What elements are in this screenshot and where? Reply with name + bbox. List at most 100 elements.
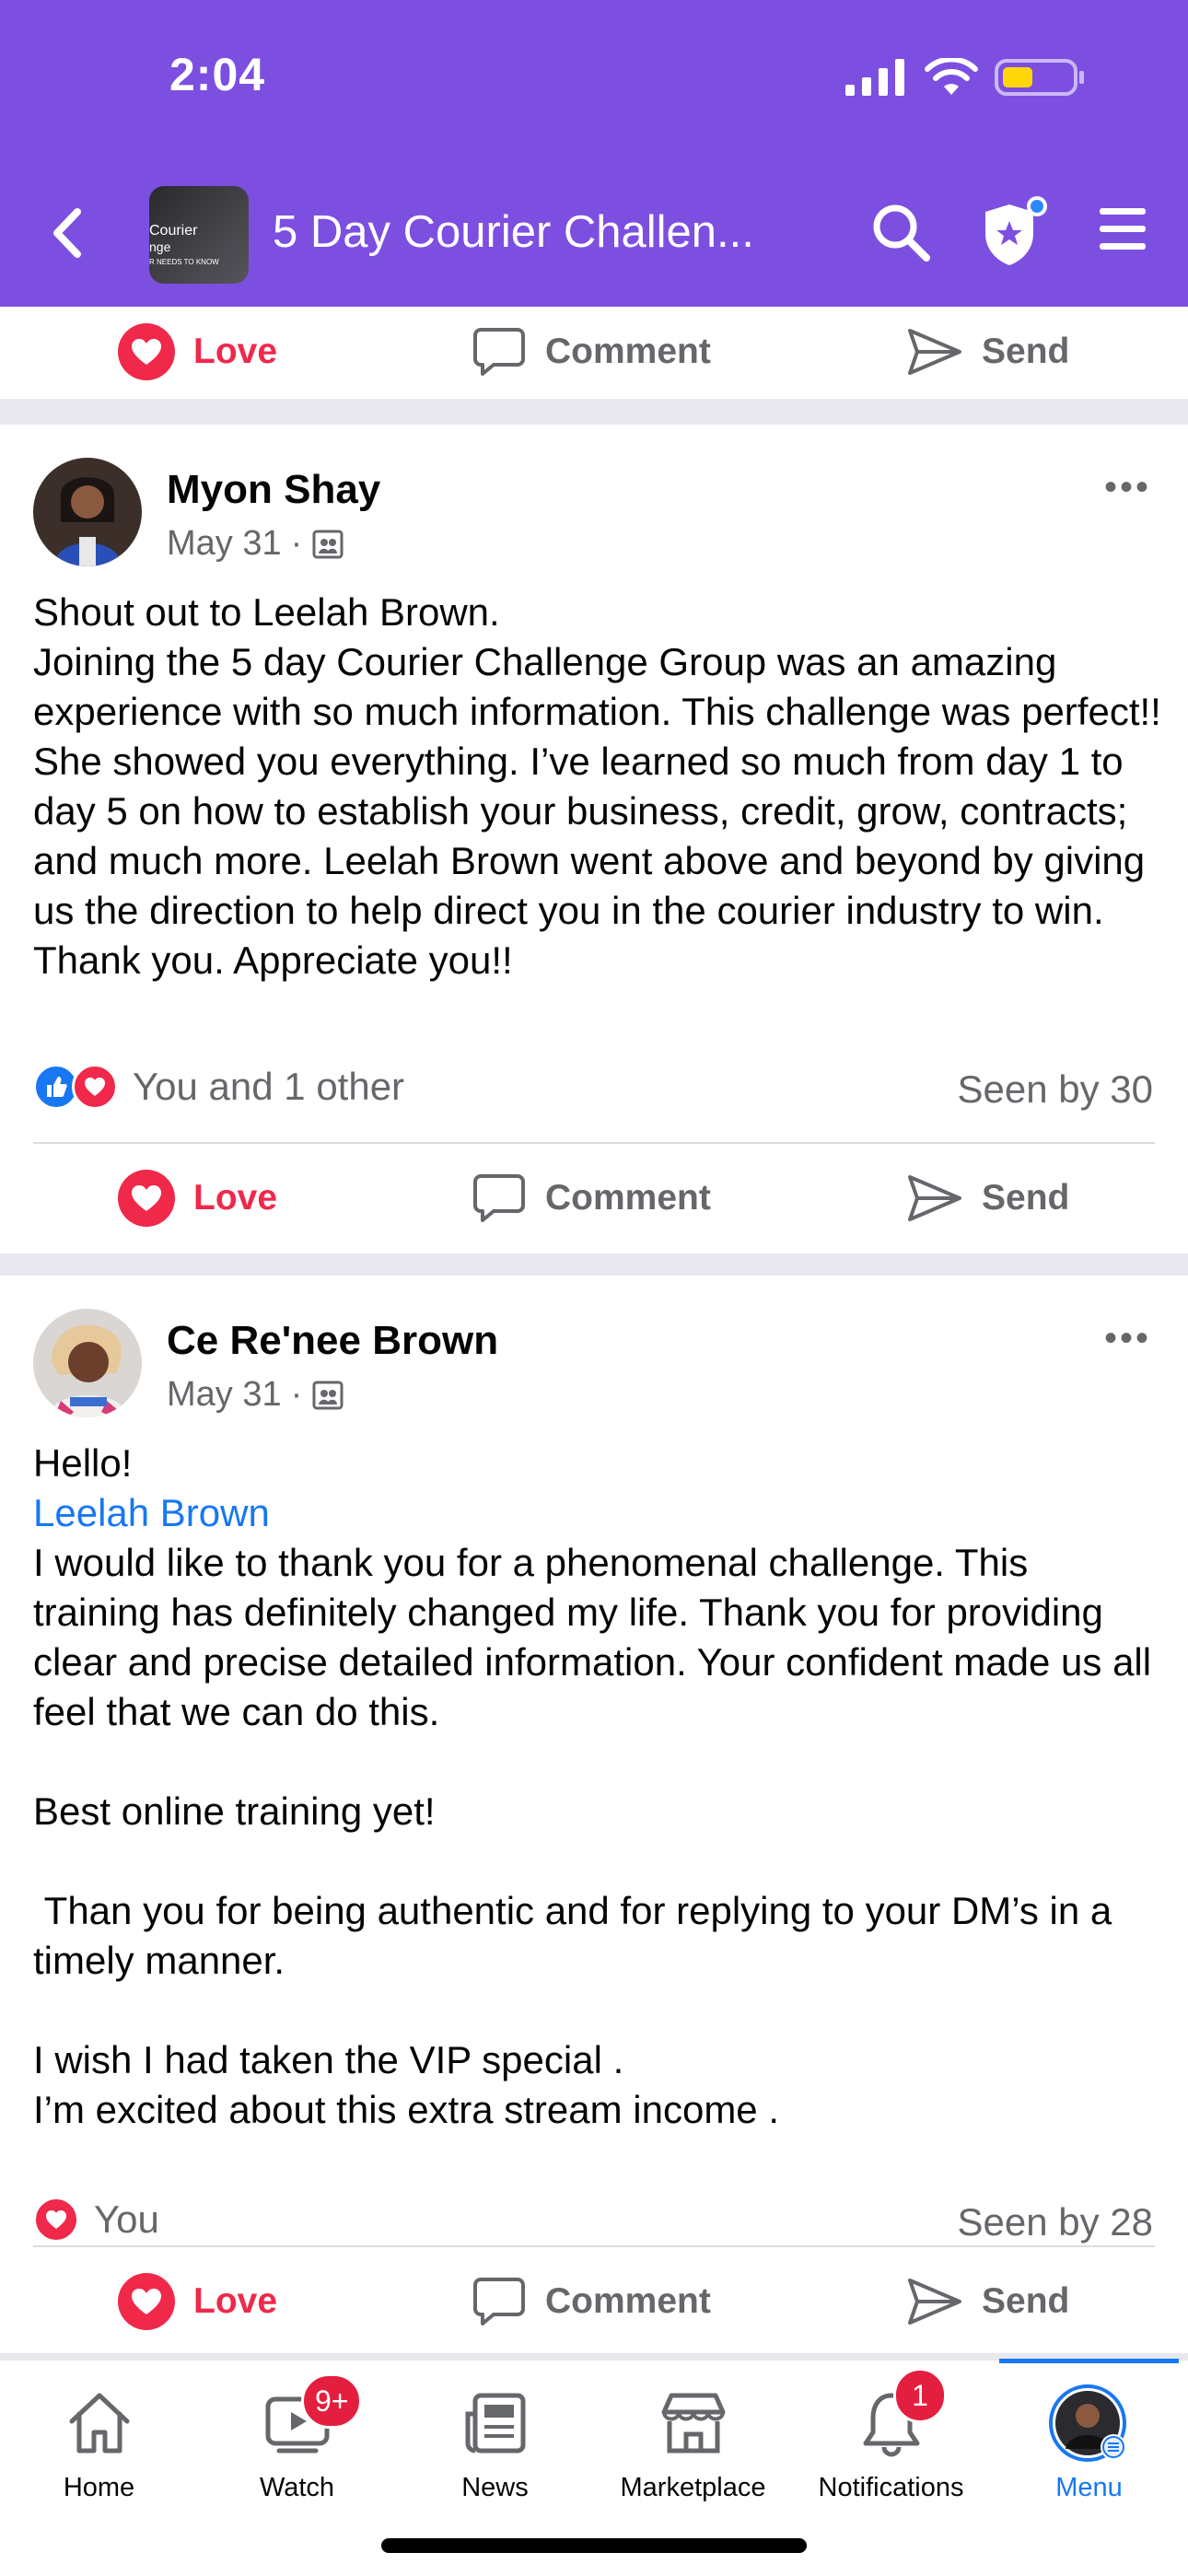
search-icon[interactable] xyxy=(869,201,932,263)
group-members-icon xyxy=(312,1381,344,1409)
post-author[interactable]: Myon Shay xyxy=(167,467,380,513)
post-more-options[interactable]: ••• xyxy=(1104,1318,1151,1359)
hamburger-menu-icon[interactable] xyxy=(1098,201,1149,256)
post-actions: Love Comment Send xyxy=(0,1144,1188,1253)
tab-label: Home xyxy=(63,2473,135,2502)
comment-icon xyxy=(473,2278,525,2325)
comment-button[interactable]: Comment xyxy=(472,2247,711,2356)
author-avatar[interactable] xyxy=(33,1309,142,1417)
marketplace-icon xyxy=(661,2393,725,2454)
post-line: Joining the 5 day Courier Challenge Grou… xyxy=(33,640,1161,932)
send-icon xyxy=(908,2279,961,2325)
comment-label: Comment xyxy=(545,1178,711,1218)
post-meta: May 31 · xyxy=(167,524,344,564)
tab-label: Menu xyxy=(1055,2473,1123,2502)
tab-news[interactable]: News xyxy=(396,2360,594,2502)
post-line: Thank you. Appreciate you!! xyxy=(33,938,513,982)
post-line: I wish I had taken the VIP special . xyxy=(33,2038,624,2081)
send-icon xyxy=(908,1175,961,1221)
send-icon xyxy=(908,329,961,375)
tab-label: Watch xyxy=(259,2473,335,2502)
author-avatar[interactable] xyxy=(33,458,142,566)
meta-dot: · xyxy=(290,1375,303,1414)
post-date[interactable]: May 31 xyxy=(167,524,282,564)
send-label: Send xyxy=(982,1178,1070,1218)
love-button[interactable]: Love xyxy=(118,297,277,406)
post-body: Shout out to Leelah Brown. Joining the 5… xyxy=(33,588,1161,985)
reactions-text: You and 1 other xyxy=(133,1065,405,1108)
seen-count[interactable]: Seen by 30 xyxy=(957,1067,1153,1112)
comment-icon xyxy=(473,328,525,376)
reactions-left: You and 1 other xyxy=(33,1064,404,1110)
love-label: Love xyxy=(193,1178,278,1218)
mention-link[interactable]: Leelah Brown xyxy=(33,1488,1161,1538)
post-card: Ce Re'nee Brown May 31 · ••• Hello! Leel… xyxy=(0,1276,1188,2353)
status-time: 2:04 xyxy=(169,49,266,100)
post-actions: Love Comment Send xyxy=(0,297,1188,406)
post-actions: Love Comment Send xyxy=(0,2247,1188,2356)
post-line: Than you for being authentic and for rep… xyxy=(33,1889,1123,1982)
post-more-options[interactable]: ••• xyxy=(1104,467,1151,508)
tab-label: News xyxy=(461,2473,529,2502)
group-thumbnail[interactable]: Courier nge R NEEDS TO KNOW xyxy=(149,186,249,284)
send-label: Send xyxy=(982,2281,1070,2321)
tab-label: Notifications xyxy=(818,2473,964,2502)
reactions-text: You xyxy=(94,2197,159,2241)
thumb-text: Courier xyxy=(149,223,198,239)
thumb-text: nge xyxy=(149,239,171,254)
comment-label: Comment xyxy=(545,2281,711,2321)
tab-marketplace[interactable]: Marketplace xyxy=(594,2360,792,2502)
tab-menu[interactable]: Menu xyxy=(990,2359,1188,2502)
meta-dot: · xyxy=(290,524,303,563)
love-label: Love xyxy=(193,2281,278,2321)
tab-notifications[interactable]: 1 Notifications xyxy=(792,2360,990,2502)
love-button[interactable]: Love xyxy=(118,1144,277,1253)
send-label: Send xyxy=(982,332,1070,371)
active-tab-indicator xyxy=(999,2359,1179,2363)
love-icon xyxy=(118,1170,175,1227)
battery-icon xyxy=(995,59,1084,96)
tab-watch[interactable]: 9+ Watch xyxy=(198,2360,396,2502)
notifications-badge: 1 xyxy=(893,2368,947,2423)
home-indicator[interactable] xyxy=(381,2538,807,2553)
post-date[interactable]: May 31 xyxy=(167,1375,282,1415)
profile-avatar xyxy=(1048,2384,1126,2462)
status-icons xyxy=(844,57,1087,98)
post-line: Hello! xyxy=(33,1441,133,1485)
reaction-summary[interactable]: You Seen by 28 xyxy=(33,2197,1155,2252)
post-line: Best online training yet! xyxy=(33,1789,436,1833)
send-button[interactable]: Send xyxy=(906,1144,1069,1253)
send-button[interactable]: Send xyxy=(906,2247,1069,2356)
signal-icon xyxy=(845,59,904,96)
post-meta: May 31 · xyxy=(167,1375,344,1415)
post-author[interactable]: Ce Re'nee Brown xyxy=(167,1318,498,1364)
comment-icon xyxy=(473,1174,525,1222)
back-arrow-icon[interactable] xyxy=(41,201,96,265)
group-title[interactable]: 5 Day Courier Challen... xyxy=(273,206,754,258)
love-icon xyxy=(118,323,175,380)
home-icon xyxy=(69,2393,129,2454)
comment-button[interactable]: Comment xyxy=(472,1144,711,1253)
post-card: Myon Shay May 31 · ••• Shout out to Leel… xyxy=(0,425,1188,1253)
post-line: Shout out to Leelah Brown. xyxy=(33,590,500,634)
love-button[interactable]: Love xyxy=(118,2247,277,2356)
avatar-photo xyxy=(33,458,142,566)
avatar-photo xyxy=(33,1309,142,1417)
watch-badge: 9+ xyxy=(301,2373,363,2429)
comment-button[interactable]: Comment xyxy=(472,297,711,406)
love-reaction-icon xyxy=(72,1064,118,1110)
post-line: I’m excited about this extra stream inco… xyxy=(33,2088,779,2131)
tab-home[interactable]: Home xyxy=(0,2360,198,2502)
thumb-text: R NEEDS TO KNOW xyxy=(149,258,219,266)
admin-shield-icon[interactable] xyxy=(978,192,1052,271)
app-header: 2:04 Courier nge R NEEDS TO KNOW 5 Day C… xyxy=(0,0,1188,307)
reaction-summary[interactable]: You and 1 other Seen by 30 xyxy=(33,1064,1155,1119)
group-members-icon xyxy=(312,530,344,558)
post-body: Hello! Leelah Brown I would like to than… xyxy=(33,1439,1161,2135)
news-icon xyxy=(465,2393,525,2454)
seen-count[interactable]: Seen by 28 xyxy=(957,2200,1153,2244)
wifi-icon xyxy=(925,58,978,95)
send-button[interactable]: Send xyxy=(906,297,1069,406)
group-nav-bar: Courier nge R NEEDS TO KNOW 5 Day Courie… xyxy=(0,184,1188,286)
love-reaction-icon xyxy=(33,2197,79,2243)
